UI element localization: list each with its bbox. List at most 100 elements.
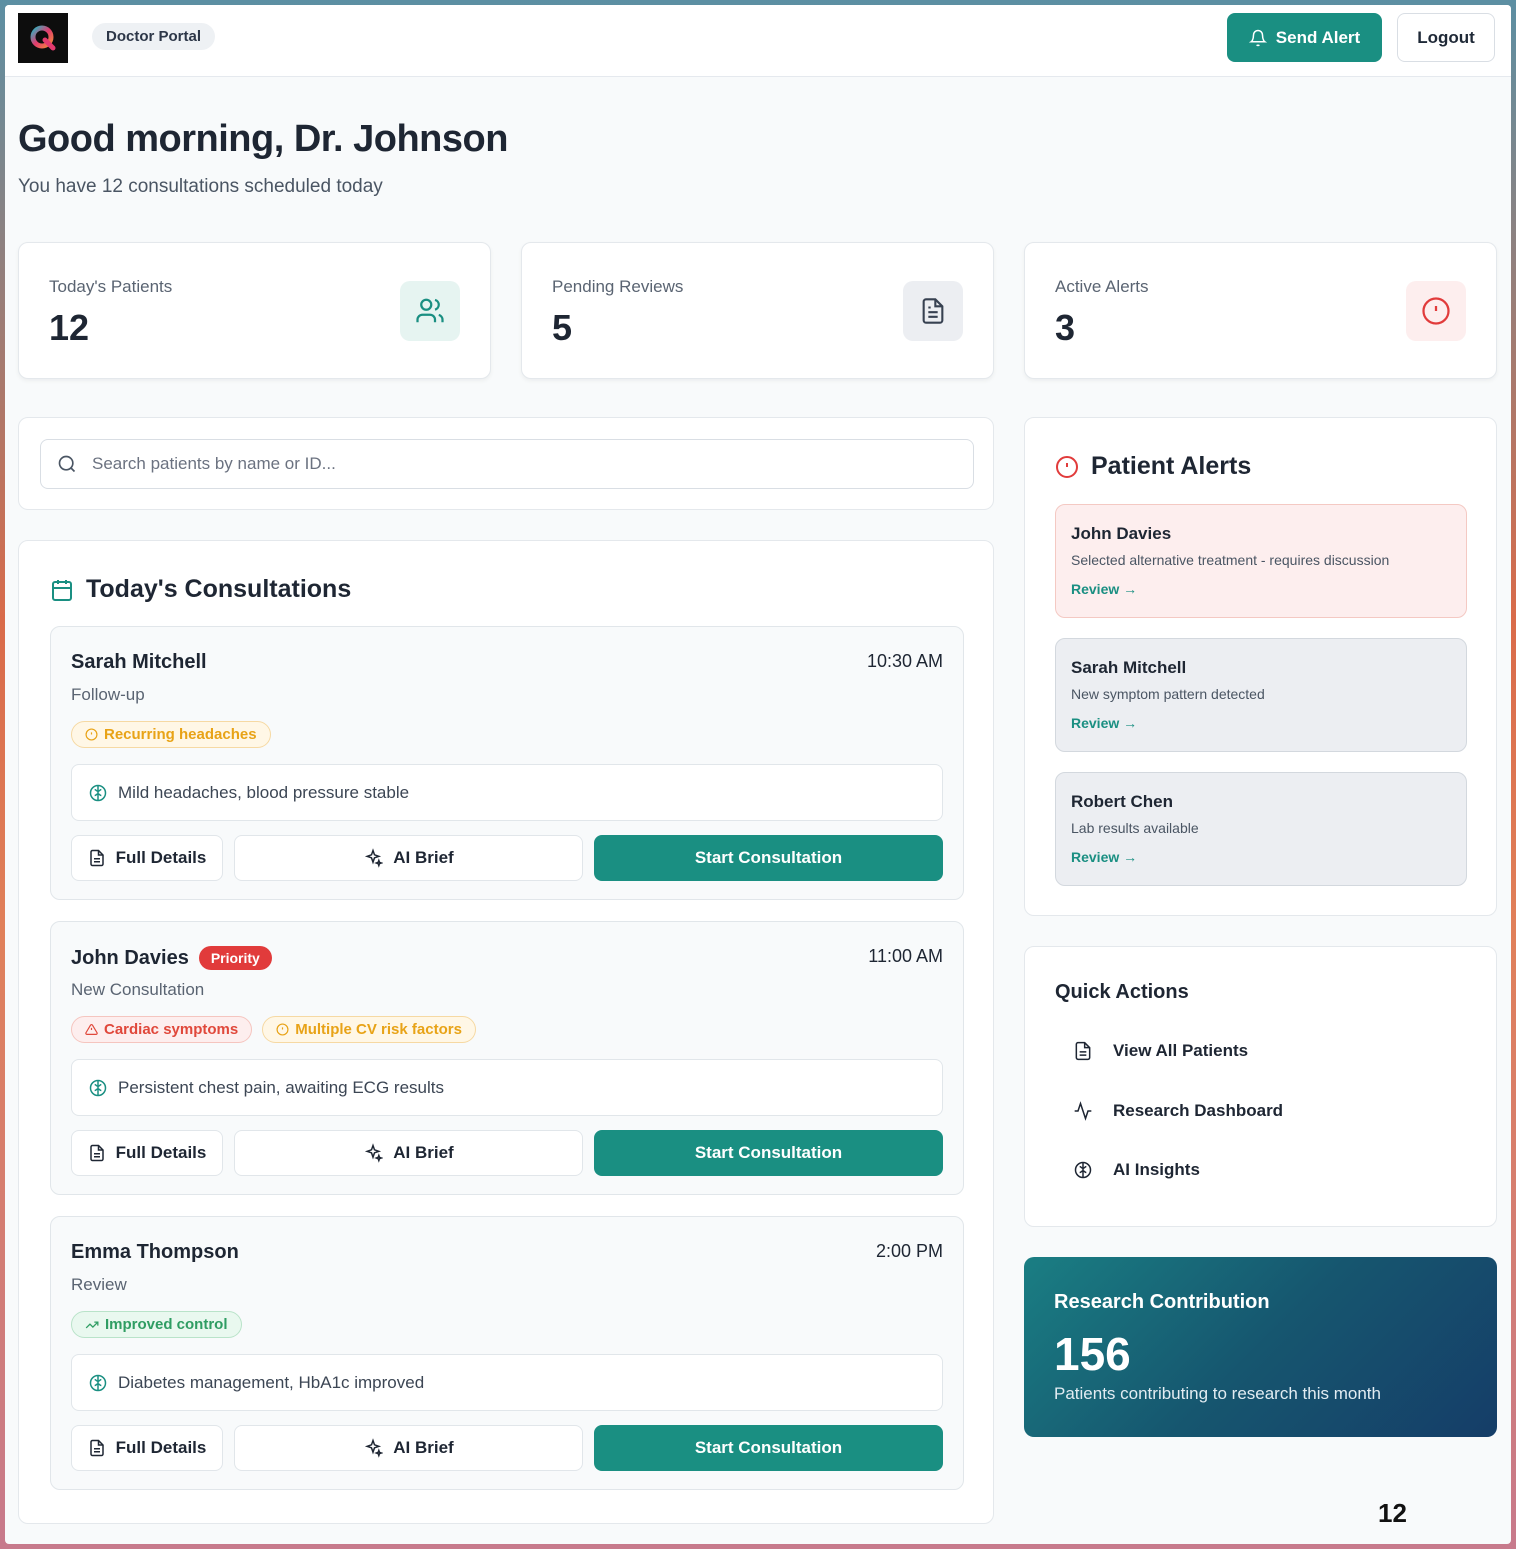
alerts-title: Patient Alerts [1091, 452, 1252, 480]
quick-action-view-all-patients[interactable]: View All Patients [1073, 1041, 1248, 1061]
ai-brief-button[interactable]: AI Brief [234, 1130, 583, 1176]
patient-name-text: Sarah Mitchell [71, 651, 207, 673]
patient-name[interactable]: Emma Thompson [71, 1241, 239, 1264]
full-details-label: Full Details [115, 1143, 207, 1162]
tag-label: Improved control [105, 1316, 228, 1333]
stat-card-todays-patients: Today's Patients 12 [18, 242, 491, 379]
search-field[interactable] [40, 439, 974, 489]
consultations-header: Today's Consultations [50, 575, 351, 604]
brain-icon [89, 1079, 107, 1096]
start-consultation-button[interactable]: Start Consultation [594, 1130, 943, 1176]
consultations-panel: Today's Consultations Sarah Mitchell 10:… [18, 540, 994, 1524]
action-buttons: Full Details AI Brief Start Consultation [71, 1425, 943, 1471]
stat-value: 12 [49, 307, 90, 348]
full-details-button[interactable]: Full Details [71, 1425, 223, 1471]
page-number: 12 [1378, 1498, 1407, 1528]
tag-label: Cardiac symptoms [104, 1021, 239, 1038]
review-link[interactable]: Review → [1071, 581, 1137, 597]
sparkles-icon [365, 848, 384, 868]
quick-action-label: Research Dashboard [1113, 1101, 1284, 1120]
stat-value: 3 [1055, 307, 1076, 348]
stat-value: 5 [552, 307, 573, 348]
search-input[interactable] [92, 454, 942, 474]
full-details-label: Full Details [115, 848, 207, 867]
alert-description: Selected alternative treatment - require… [1071, 552, 1390, 568]
review-link[interactable]: Review → [1071, 715, 1137, 731]
note-text: Mild headaches, blood pressure stable [118, 782, 410, 802]
tag-list: Improved control [71, 1311, 242, 1338]
action-buttons: Full Details AI Brief Start Consultation [71, 1130, 943, 1176]
brain-icon [89, 784, 107, 801]
stat-label: Pending Reviews [552, 277, 684, 296]
alert-description: New symptom pattern detected [1071, 686, 1265, 702]
alert-item: Sarah Mitchell New symptom pattern detec… [1055, 638, 1467, 752]
send-alert-label: Send Alert [1275, 27, 1361, 47]
sparkles-icon [365, 1438, 384, 1458]
stat-card-active-alerts: Active Alerts 3 [1024, 242, 1497, 379]
send-alert-button[interactable]: Send Alert [1227, 13, 1382, 62]
patient-name[interactable]: Sarah Mitchell [71, 651, 207, 674]
alert-patient-name: Sarah Mitchell [1071, 658, 1187, 677]
search-icon [58, 455, 76, 473]
consultation-type: New Consultation [71, 980, 205, 999]
quick-actions-title: Quick Actions [1055, 981, 1189, 1003]
stat-label: Active Alerts [1055, 277, 1149, 296]
tag-list: Recurring headaches [71, 721, 271, 748]
alert-patient-name: Robert Chen [1071, 792, 1173, 811]
ai-brief-label: AI Brief [393, 1143, 454, 1162]
calendar-icon [52, 579, 72, 601]
symptom-tag: Recurring headaches [71, 721, 271, 748]
quick-action-ai-insights[interactable]: AI Insights [1073, 1160, 1200, 1180]
full-details-button[interactable]: Full Details [71, 835, 223, 881]
tag-list: Cardiac symptoms Multiple CV risk factor… [71, 1016, 476, 1043]
patient-name-text: John Davies [71, 946, 189, 969]
quick-action-research-dashboard[interactable]: Research Dashboard [1073, 1101, 1283, 1121]
logo-icon [30, 25, 56, 51]
logout-button[interactable]: Logout [1397, 13, 1495, 62]
document-icon [89, 1439, 104, 1457]
patient-name[interactable]: John Davies Priority [71, 946, 272, 970]
symptom-tag: Improved control [71, 1311, 242, 1338]
alert-description: Lab results available [1071, 820, 1199, 836]
consultation-type: Follow-up [71, 685, 145, 704]
consultations-title: Today's Consultations [86, 575, 352, 603]
appointment-time: 2:00 PM [875, 1241, 943, 1261]
page-subtitle: You have 12 consultations scheduled toda… [18, 176, 383, 197]
note-text: Diabetes management, HbA1c improved [118, 1372, 425, 1392]
patient-name-text: Emma Thompson [71, 1241, 239, 1263]
research-contribution-card: Research Contribution 156 Patients contr… [1024, 1257, 1497, 1437]
ai-brief-button[interactable]: AI Brief [234, 1425, 583, 1471]
info-circle-icon [85, 728, 98, 741]
research-value: 156 [1054, 1328, 1131, 1380]
stat-card-pending-reviews: Pending Reviews 5 [521, 242, 994, 379]
info-circle-icon [276, 1023, 289, 1036]
app-window: Doctor Portal Send Alert Logout Good mor… [5, 5, 1511, 1544]
symptom-tag: Cardiac symptoms [71, 1016, 253, 1043]
brain-icon [89, 1374, 107, 1391]
alerts-header: Patient Alerts [1055, 452, 1251, 481]
brain-icon [1074, 1161, 1092, 1179]
full-details-button[interactable]: Full Details [71, 1130, 223, 1176]
tag-label: Multiple CV risk factors [295, 1021, 462, 1038]
start-consultation-button[interactable]: Start Consultation [594, 835, 943, 881]
alert-patient-name: John Davies [1071, 524, 1172, 543]
review-link[interactable]: Review → [1071, 849, 1137, 865]
symptom-tag: Multiple CV risk factors [262, 1016, 476, 1043]
consultation-type: Review [71, 1275, 127, 1294]
research-description: Patients contributing to research this m… [1054, 1384, 1381, 1403]
portal-label: Doctor Portal [92, 23, 216, 50]
ai-brief-label: AI Brief [393, 848, 454, 867]
app-logo[interactable] [18, 13, 68, 63]
quick-action-label: View All Patients [1113, 1041, 1249, 1060]
alert-circle-icon [1406, 281, 1466, 341]
page-title: Good morning, Dr. Johnson [18, 118, 508, 160]
research-title: Research Contribution [1054, 1291, 1270, 1313]
consultation-card: Emma Thompson 2:00 PM Review Improved co… [50, 1216, 964, 1490]
bell-icon [1248, 29, 1267, 46]
consultation-note: Mild headaches, blood pressure stable [71, 764, 943, 821]
top-bar: Doctor Portal Send Alert Logout [5, 5, 1511, 77]
ai-brief-button[interactable]: AI Brief [234, 835, 583, 881]
consultation-note: Persistent chest pain, awaiting ECG resu… [71, 1059, 943, 1116]
start-consultation-button[interactable]: Start Consultation [594, 1425, 943, 1471]
consultation-card: John Davies Priority 11:00 AM New Consul… [50, 921, 964, 1195]
